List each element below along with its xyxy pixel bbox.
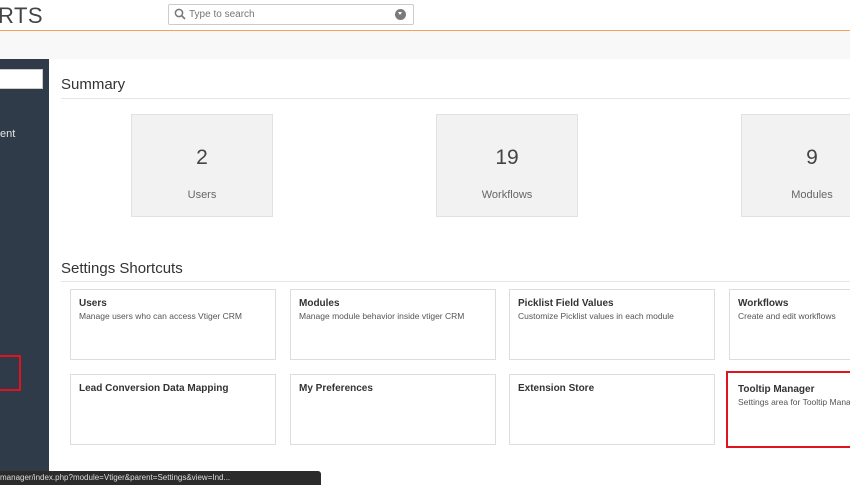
shortcut-modules[interactable]: Modules Manage module behavior inside vt…	[290, 289, 496, 360]
shortcut-picklist-values[interactable]: Picklist Field Values Customize Picklist…	[509, 289, 715, 360]
summary-card-users[interactable]: 2 Users	[131, 114, 273, 217]
summary-value: 2	[196, 146, 208, 169]
summary-label: Workflows	[481, 189, 533, 201]
shortcut-title: Modules	[299, 298, 340, 309]
sidebar-search-input[interactable]	[0, 69, 43, 89]
shortcut-workflows[interactable]: Workflows Create and edit workflows	[729, 289, 850, 360]
shortcut-title: Extension Store	[518, 383, 595, 394]
chevron-down-icon[interactable]	[395, 9, 406, 20]
search-icon	[174, 8, 186, 20]
shortcuts-title: Settings Shortcuts	[61, 260, 183, 277]
summary-title: Summary	[61, 76, 126, 93]
sub-header-bar	[0, 31, 850, 59]
summary-value: 19	[495, 146, 519, 169]
global-search-box[interactable]	[168, 4, 414, 25]
summary-divider	[61, 98, 850, 99]
summary-card-workflows[interactable]: 19 Workflows	[436, 114, 578, 217]
settings-sidebar: ent	[0, 59, 49, 485]
top-navbar: RTS	[0, 0, 850, 31]
shortcut-my-preferences[interactable]: My Preferences	[290, 374, 496, 445]
summary-label: Users	[187, 189, 217, 201]
shortcut-title: Lead Conversion Data Mapping	[79, 383, 229, 394]
sidebar-highlight-box	[0, 355, 21, 391]
shortcut-lead-conversion-mapping[interactable]: Lead Conversion Data Mapping	[70, 374, 276, 445]
shortcut-tooltip-manager[interactable]: Tooltip Manager Settings area for Toolti…	[726, 371, 850, 448]
search-input[interactable]	[189, 6, 379, 23]
sidebar-item-label[interactable]: ent	[0, 128, 15, 140]
shortcut-description: Manage users who can access Vtiger CRM	[79, 311, 242, 321]
shortcuts-divider	[61, 281, 850, 282]
app-logo[interactable]: RTS	[0, 3, 43, 29]
shortcut-title: Users	[79, 298, 107, 309]
summary-card-modules[interactable]: 9 Modules	[741, 114, 850, 217]
summary-label: Modules	[791, 189, 833, 201]
shortcut-users[interactable]: Users Manage users who can access Vtiger…	[70, 289, 276, 360]
shortcut-title: Picklist Field Values	[518, 298, 614, 309]
shortcut-title: My Preferences	[299, 383, 373, 394]
shortcut-description: Settings area for Tooltip Manager	[738, 397, 850, 407]
browser-status-bar: manager/index.php?module=Vtiger&parent=S…	[0, 471, 321, 485]
shortcut-title: Tooltip Manager	[738, 384, 815, 395]
shortcut-description: Create and edit workflows	[738, 311, 836, 321]
shortcut-description: Customize Picklist values in each module	[518, 311, 674, 321]
shortcut-description: Manage module behavior inside vtiger CRM	[299, 311, 465, 321]
summary-value: 9	[806, 146, 818, 169]
status-url: manager/index.php?module=Vtiger&parent=S…	[0, 473, 231, 482]
shortcut-title: Workflows	[738, 298, 789, 309]
shortcut-extension-store[interactable]: Extension Store	[509, 374, 715, 445]
